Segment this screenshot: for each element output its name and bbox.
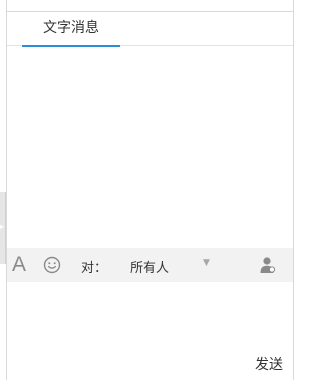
emoji-icon[interactable] bbox=[43, 256, 61, 274]
message-input-area[interactable]: 发送 bbox=[7, 282, 293, 380]
user-icon[interactable] bbox=[259, 256, 276, 274]
tab-label: 文字消息 bbox=[43, 20, 99, 36]
to-label: 对： bbox=[81, 261, 108, 276]
recipient-select[interactable]: 所有人 bbox=[130, 257, 169, 276]
send-button[interactable]: 发送 bbox=[255, 354, 283, 374]
message-list[interactable] bbox=[7, 47, 293, 248]
chevron-down-icon[interactable]: ▼ bbox=[203, 258, 210, 268]
chat-panel: 文字消息 A 对： 所有人 ▼ 发送 bbox=[6, 0, 294, 380]
top-divider bbox=[7, 0, 293, 12]
tab-bar: 文字消息 bbox=[7, 12, 293, 47]
collapse-arrow-icon: ▸ bbox=[0, 222, 5, 231]
tab-text-messages[interactable]: 文字消息 bbox=[22, 12, 120, 47]
input-toolbar: A 对： 所有人 ▼ bbox=[7, 248, 293, 282]
font-icon[interactable]: A bbox=[12, 252, 26, 278]
